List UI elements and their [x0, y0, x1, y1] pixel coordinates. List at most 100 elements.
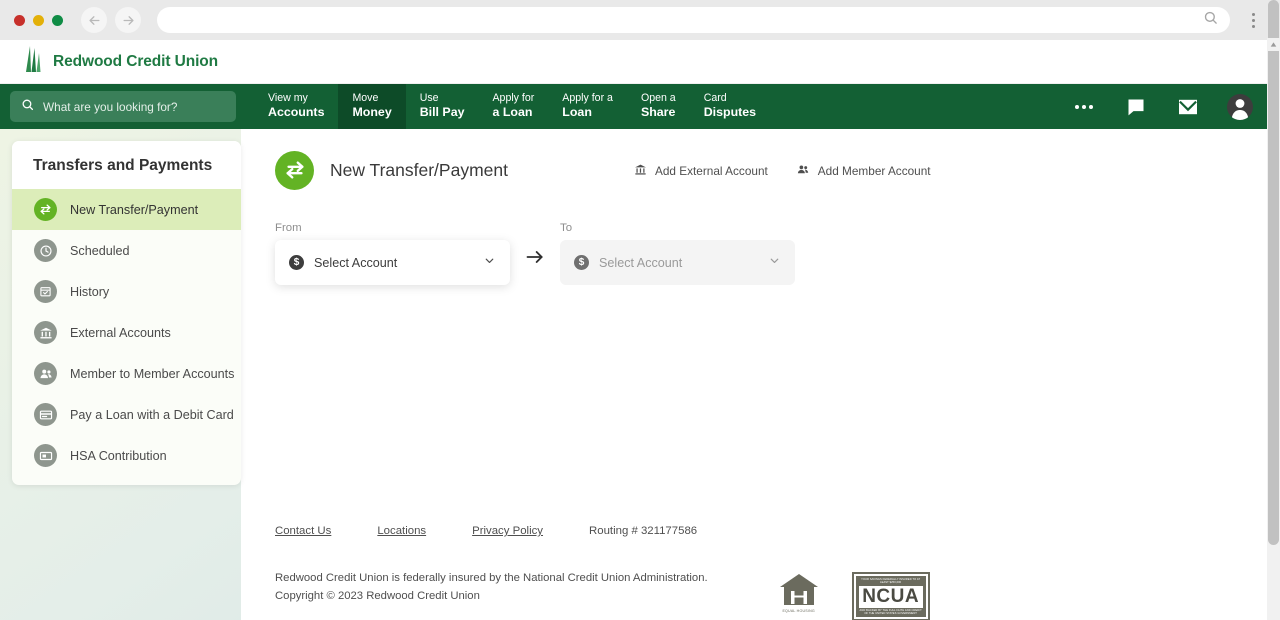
sidebar-item-scheduled[interactable]: Scheduled [12, 230, 241, 271]
page-scrollbar-thumb[interactable] [1268, 0, 1279, 545]
calendar-check-icon [34, 280, 57, 303]
sidebar-item-label: Pay a Loan with a Debit Card [70, 407, 234, 422]
chevron-down-icon[interactable] [768, 254, 781, 272]
sidebar-item-label: External Accounts [70, 325, 171, 340]
close-window-button[interactable] [14, 14, 25, 26]
add-member-account-label: Add Member Account [817, 164, 931, 178]
back-arrow-icon[interactable] [81, 7, 107, 33]
nav-item-line2: Share [640, 105, 676, 120]
site-search-box[interactable] [10, 91, 236, 122]
site-header: Redwood Credit Union [0, 40, 1280, 84]
page-body: Redwood Credit Union View my Accounts Mo… [0, 40, 1280, 620]
dollar-coin-icon: $ [289, 255, 304, 270]
sidebar-item-label: New Transfer/Payment [70, 202, 199, 217]
forward-arrow-icon[interactable] [115, 7, 141, 33]
nav-item-line2: Disputes [703, 105, 757, 120]
browser-chrome [0, 0, 1280, 40]
search-input[interactable] [43, 99, 225, 114]
to-account-value: Select Account [599, 255, 683, 270]
add-member-account-button[interactable]: Add Member Account [796, 163, 931, 179]
footer-link-contact-us[interactable]: Contact Us [275, 525, 331, 537]
routing-number: Routing # 321177586 [589, 525, 698, 537]
panel-header: New Transfer/Payment Add External Accoun… [275, 147, 1280, 193]
sidebar: Transfers and Payments New Transfer/Paym… [12, 141, 241, 485]
money-card-icon [34, 444, 57, 467]
redwood-tree-logo [22, 44, 44, 79]
page-title: New Transfer/Payment [330, 159, 508, 180]
browser-navigation-arrows [81, 7, 141, 33]
from-field-group: From $ Select Account [275, 222, 510, 285]
footer-legal-text: Redwood Credit Union is federally insure… [275, 570, 708, 605]
transfer-arrows-icon [275, 150, 314, 190]
scroll-up-arrow-icon[interactable] [1267, 38, 1280, 51]
chat-bubble-icon[interactable] [1110, 84, 1162, 129]
sidebar-item-label: History [70, 284, 110, 299]
equal-housing-opportunity-icon: EQUAL HOUSING [778, 572, 820, 613]
chevron-down-icon[interactable] [483, 254, 496, 272]
footer-legal-line1: Redwood Credit Union is federally insure… [275, 572, 708, 584]
nav-item-apply-for-a-loan[interactable]: Apply for a Loan [478, 84, 548, 129]
to-account-select[interactable]: $ Select Account [560, 240, 795, 285]
minimize-window-button[interactable] [33, 14, 44, 26]
ncua-logo: YOUR SAVINGS FEDERALLY INSURED TO AT LEA… [851, 572, 930, 620]
sidebar-item-label: Scheduled [70, 243, 130, 258]
nav-item-card-disputes[interactable]: Card Disputes [690, 84, 770, 129]
to-field-group: To $ Select Account [560, 222, 795, 285]
nav-item-apply-for-a-loan-2[interactable]: Apply for a Loan [548, 84, 627, 129]
sidebar-item-hsa-contribution[interactable]: HSA Contribution [12, 435, 241, 476]
maximize-window-button[interactable] [52, 14, 63, 26]
brand-name: Redwood Credit Union [53, 52, 219, 70]
bank-icon [634, 163, 647, 179]
credit-card-icon [34, 403, 57, 426]
kebab-menu-icon[interactable] [1240, 12, 1266, 28]
nav-item-view-my-accounts[interactable]: View my Accounts [254, 84, 338, 129]
nav-item-move-money[interactable]: Move Money [338, 84, 406, 129]
sidebar-item-new-transfer-payment[interactable]: New Transfer/Payment [12, 189, 241, 230]
sidebar-item-external-accounts[interactable]: External Accounts [12, 312, 241, 353]
nav-item-line2: Loan [562, 105, 592, 120]
bank-icon [34, 321, 57, 344]
nav-item-line1: Card [703, 92, 727, 105]
footer-link-locations[interactable]: Locations [377, 525, 426, 537]
content-area: Transfers and Payments New Transfer/Paym… [0, 129, 1280, 620]
sidebar-title: Transfers and Payments [12, 141, 241, 189]
envelope-icon[interactable] [1162, 84, 1214, 129]
add-external-account-button[interactable]: Add External Account [634, 163, 768, 179]
arrow-right-icon [525, 247, 545, 272]
nav-item-line2: Accounts [268, 105, 325, 120]
people-icon [34, 362, 57, 385]
search-icon [21, 98, 34, 116]
ncua-word: NCUA [858, 585, 923, 608]
nav-item-open-a-share[interactable]: Open a Share [627, 84, 690, 129]
ncua-bottom-text: AND BACKED BY THE FULL FAITH AND CREDIT … [859, 608, 922, 615]
sidebar-item-label: HSA Contribution [70, 448, 167, 463]
sidebar-item-member-to-member-accounts[interactable]: Member to Member Accounts [12, 353, 241, 394]
to-label: To [560, 222, 573, 234]
nav-item-line1: Apply for [492, 92, 535, 105]
dollar-coin-icon: $ [574, 255, 589, 270]
nav-item-use-bill-pay[interactable]: Use Bill Pay [406, 84, 479, 129]
more-horizontal-icon[interactable] [1058, 84, 1110, 129]
site-logo[interactable]: Redwood Credit Union [22, 44, 218, 79]
browser-url-bar[interactable] [157, 7, 1230, 33]
sidebar-item-pay-a-loan-with-a-debit-card[interactable]: Pay a Loan with a Debit Card [12, 394, 241, 435]
from-account-select[interactable]: $ Select Account [275, 240, 510, 285]
search-icon[interactable] [1203, 10, 1218, 30]
nav-item-line1: Use [419, 92, 439, 105]
footer-link-privacy-policy[interactable]: Privacy Policy [472, 525, 543, 537]
sidebar-item-history[interactable]: History [12, 271, 241, 312]
user-avatar-icon[interactable] [1214, 84, 1266, 129]
add-external-account-label: Add External Account [654, 164, 768, 178]
page-footer: Contact Us Locations Privacy Policy Rout… [241, 512, 1280, 620]
footer-bottom: Redwood Credit Union is federally insure… [275, 570, 1280, 620]
footer-legal-line2: Copyright © 2023 Redwood Credit Union [275, 589, 480, 602]
nav-item-line2: Money [352, 105, 392, 120]
panel-actions: Add External Account Add Member Account [634, 163, 931, 179]
clock-icon [34, 239, 57, 262]
nav-item-line1: Open a [640, 92, 676, 105]
people-icon [796, 163, 810, 179]
from-label: From [275, 222, 302, 234]
nav-right-icons [1058, 84, 1280, 129]
eho-label: EQUAL HOUSING [782, 609, 815, 613]
main-navigation-bar: View my Accounts Move Money Use Bill Pay… [0, 84, 1280, 129]
